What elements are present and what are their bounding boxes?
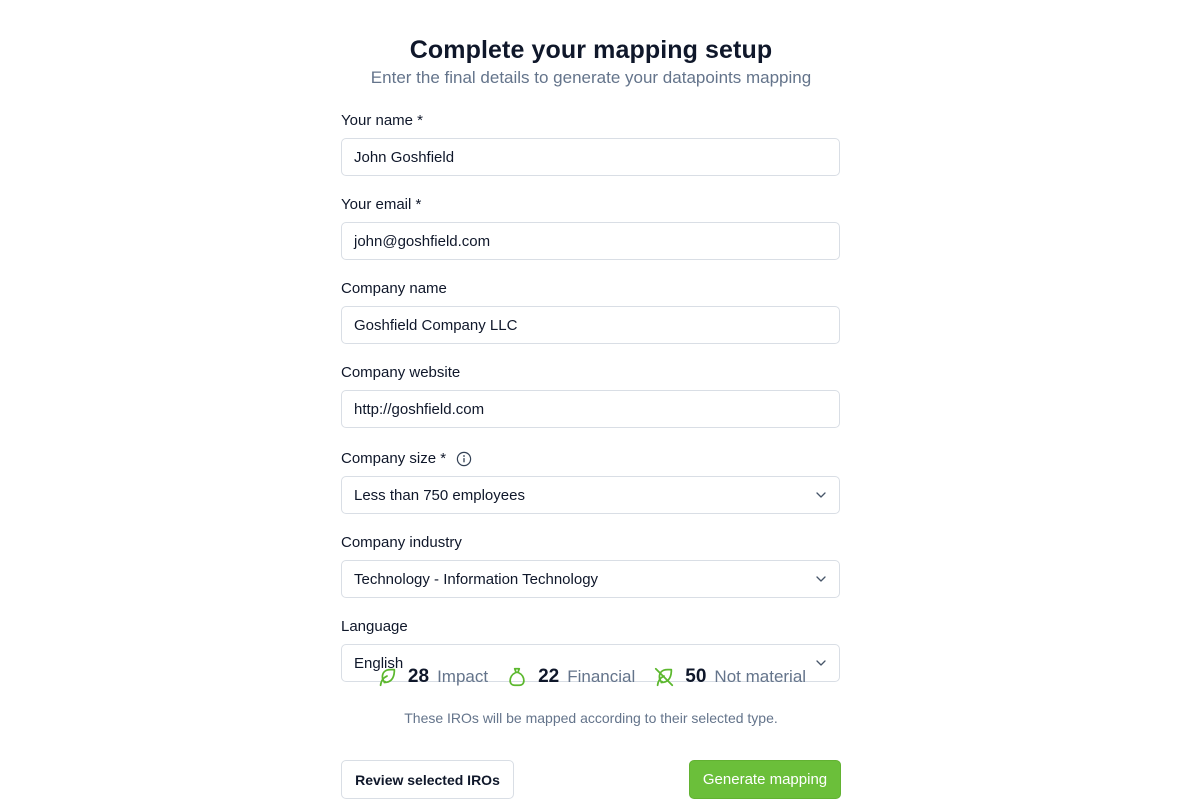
company-size-label: Company size * [341, 450, 840, 468]
stat-not-material: 50 Not material [653, 666, 806, 688]
language-label: Language [341, 618, 840, 636]
company-industry-select[interactable]: Technology - Information Technology [341, 560, 840, 598]
chevron-down-icon [815, 489, 827, 501]
company-name-label: Company name [341, 280, 840, 298]
money-bag-icon [506, 666, 528, 688]
company-name-input[interactable]: Goshfield Company LLC [341, 306, 840, 344]
company-size-select[interactable]: Less than 750 employees [341, 476, 840, 514]
chevron-down-icon [815, 573, 827, 585]
company-industry-value: Technology - Information Technology [354, 570, 599, 588]
email-label-text: Your email * [341, 196, 422, 213]
info-circle-icon[interactable] [456, 451, 472, 467]
impact-label: Impact [437, 667, 489, 686]
company-name-value: Goshfield Company LLC [354, 316, 518, 334]
page-subtitle: Enter the final details to generate your… [370, 68, 812, 87]
name-input[interactable]: John Goshfield [341, 138, 840, 176]
setup-form: Your name * John Goshfield Your email * … [341, 112, 840, 682]
company-website-label-text: Company website [341, 364, 461, 381]
company-industry-label: Company industry [341, 534, 840, 552]
language-label-text: Language [341, 618, 408, 635]
email-input[interactable]: john@goshfield.com [341, 222, 840, 260]
company-size-label-text: Company size * [341, 450, 447, 467]
company-name-label-text: Company name [341, 280, 447, 297]
iro-mapping-note: These IROs will be mapped according to t… [404, 710, 778, 726]
name-label: Your name * [341, 112, 840, 130]
mapping-setup-page: Complete your mapping setup Enter the fi… [0, 0, 1200, 812]
iro-stats: 28 Impact 22 Financial 50 Not material [0, 666, 1182, 688]
name-label-text: Your name * [341, 112, 424, 129]
page-title: Complete your mapping setup [409, 36, 773, 64]
not-material-label: Not material [714, 667, 807, 686]
impact-count: 28 [407, 666, 430, 687]
financial-label: Financial [567, 667, 636, 686]
company-website-input[interactable]: http://goshfield.com [341, 390, 840, 428]
name-value: John Goshfield [354, 148, 455, 166]
leaf-icon [376, 666, 398, 688]
company-size-value: Less than 750 employees [354, 486, 525, 504]
company-industry-label-text: Company industry [341, 534, 462, 551]
review-selected-iros-button[interactable]: Review selected IROs [341, 760, 514, 799]
leaf-off-icon [653, 666, 675, 688]
stat-financial: 22 Financial [506, 666, 635, 688]
company-website-value: http://goshfield.com [354, 400, 485, 418]
email-value: john@goshfield.com [354, 232, 491, 250]
stat-impact: 28 Impact [376, 666, 488, 688]
financial-count: 22 [538, 666, 560, 687]
generate-mapping-button[interactable]: Generate mapping [689, 760, 841, 799]
not-material-count: 50 [685, 666, 707, 687]
company-website-label: Company website [341, 364, 840, 382]
email-label: Your email * [341, 196, 840, 214]
